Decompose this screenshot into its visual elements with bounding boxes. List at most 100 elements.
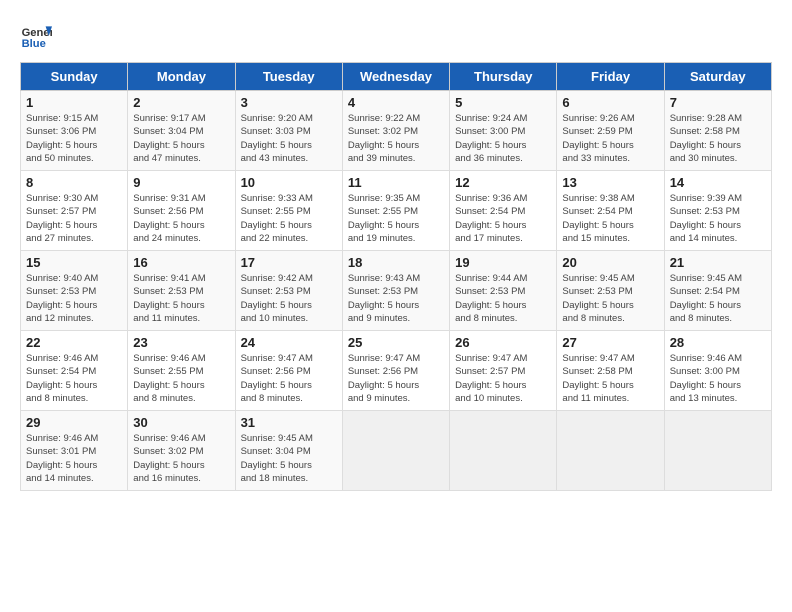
day-cell: 12 Sunrise: 9:36 AM Sunset: 2:54 PM Dayli…	[450, 171, 557, 251]
day-info: Sunrise: 9:45 AM Sunset: 2:54 PM Dayligh…	[670, 272, 766, 325]
day-cell	[342, 411, 449, 491]
day-info: Sunrise: 9:39 AM Sunset: 2:53 PM Dayligh…	[670, 192, 766, 245]
logo: General Blue	[20, 20, 56, 52]
day-cell: 29 Sunrise: 9:46 AM Sunset: 3:01 PM Dayli…	[21, 411, 128, 491]
day-info: Sunrise: 9:38 AM Sunset: 2:54 PM Dayligh…	[562, 192, 658, 245]
day-cell: 3 Sunrise: 9:20 AM Sunset: 3:03 PM Daylig…	[235, 91, 342, 171]
day-number: 18	[348, 255, 444, 270]
day-cell: 2 Sunrise: 9:17 AM Sunset: 3:04 PM Daylig…	[128, 91, 235, 171]
page-header: General Blue	[20, 20, 772, 52]
week-row-5: 29 Sunrise: 9:46 AM Sunset: 3:01 PM Dayli…	[21, 411, 772, 491]
day-number: 21	[670, 255, 766, 270]
day-number: 13	[562, 175, 658, 190]
day-info: Sunrise: 9:47 AM Sunset: 2:57 PM Dayligh…	[455, 352, 551, 405]
day-cell: 15 Sunrise: 9:40 AM Sunset: 2:53 PM Dayli…	[21, 251, 128, 331]
week-row-1: 1 Sunrise: 9:15 AM Sunset: 3:06 PM Daylig…	[21, 91, 772, 171]
day-number: 22	[26, 335, 122, 350]
day-info: Sunrise: 9:45 AM Sunset: 3:04 PM Dayligh…	[241, 432, 337, 485]
logo-icon: General Blue	[20, 20, 52, 52]
day-cell: 4 Sunrise: 9:22 AM Sunset: 3:02 PM Daylig…	[342, 91, 449, 171]
day-cell: 18Sunrise: 9:43 AM Sunset: 2:53 PM Dayli…	[342, 251, 449, 331]
day-number: 28	[670, 335, 766, 350]
day-number: 4	[348, 95, 444, 110]
day-info: Sunrise: 9:47 AM Sunset: 2:58 PM Dayligh…	[562, 352, 658, 405]
day-info: Sunrise: 9:46 AM Sunset: 3:02 PM Dayligh…	[133, 432, 229, 485]
day-cell: 20 Sunrise: 9:45 AM Sunset: 2:53 PM Dayli…	[557, 251, 664, 331]
day-number: 12	[455, 175, 551, 190]
day-cell: 6 Sunrise: 9:26 AM Sunset: 2:59 PM Daylig…	[557, 91, 664, 171]
day-number: 8	[26, 175, 122, 190]
day-cell: 23Sunrise: 9:46 AM Sunset: 2:55 PM Dayli…	[128, 331, 235, 411]
day-cell: 8 Sunrise: 9:30 AM Sunset: 2:57 PM Daylig…	[21, 171, 128, 251]
day-cell: 30 Sunrise: 9:46 AM Sunset: 3:02 PM Dayli…	[128, 411, 235, 491]
day-info: Sunrise: 9:42 AM Sunset: 2:53 PM Dayligh…	[241, 272, 337, 325]
day-info: Sunrise: 9:45 AM Sunset: 2:53 PM Dayligh…	[562, 272, 658, 325]
day-cell: 14Sunrise: 9:39 AM Sunset: 2:53 PM Dayli…	[664, 171, 771, 251]
day-cell: 22 Sunrise: 9:46 AM Sunset: 2:54 PM Dayli…	[21, 331, 128, 411]
day-cell: 16Sunrise: 9:41 AM Sunset: 2:53 PM Dayli…	[128, 251, 235, 331]
day-number: 24	[241, 335, 337, 350]
week-row-4: 22 Sunrise: 9:46 AM Sunset: 2:54 PM Dayli…	[21, 331, 772, 411]
day-number: 17	[241, 255, 337, 270]
day-number: 7	[670, 95, 766, 110]
day-cell: 19 Sunrise: 9:44 AM Sunset: 2:53 PM Dayli…	[450, 251, 557, 331]
day-number: 25	[348, 335, 444, 350]
day-number: 16	[133, 255, 229, 270]
day-number: 29	[26, 415, 122, 430]
day-info: Sunrise: 9:30 AM Sunset: 2:57 PM Dayligh…	[26, 192, 122, 245]
header-day-friday: Friday	[557, 63, 664, 91]
day-number: 31	[241, 415, 337, 430]
day-number: 1	[26, 95, 122, 110]
day-number: 15	[26, 255, 122, 270]
day-number: 10	[241, 175, 337, 190]
day-info: Sunrise: 9:33 AM Sunset: 2:55 PM Dayligh…	[241, 192, 337, 245]
day-number: 30	[133, 415, 229, 430]
day-cell: 27 Sunrise: 9:47 AM Sunset: 2:58 PM Dayli…	[557, 331, 664, 411]
day-cell: 13 Sunrise: 9:38 AM Sunset: 2:54 PM Dayli…	[557, 171, 664, 251]
day-info: Sunrise: 9:47 AM Sunset: 2:56 PM Dayligh…	[348, 352, 444, 405]
day-info: Sunrise: 9:36 AM Sunset: 2:54 PM Dayligh…	[455, 192, 551, 245]
header-row: SundayMondayTuesdayWednesdayThursdayFrid…	[21, 63, 772, 91]
day-cell	[664, 411, 771, 491]
day-info: Sunrise: 9:46 AM Sunset: 3:00 PM Dayligh…	[670, 352, 766, 405]
day-number: 9	[133, 175, 229, 190]
day-cell: 5 Sunrise: 9:24 AM Sunset: 3:00 PM Daylig…	[450, 91, 557, 171]
header-day-thursday: Thursday	[450, 63, 557, 91]
day-info: Sunrise: 9:44 AM Sunset: 2:53 PM Dayligh…	[455, 272, 551, 325]
header-day-sunday: Sunday	[21, 63, 128, 91]
day-number: 20	[562, 255, 658, 270]
day-info: Sunrise: 9:40 AM Sunset: 2:53 PM Dayligh…	[26, 272, 122, 325]
day-cell: 26 Sunrise: 9:47 AM Sunset: 2:57 PM Dayli…	[450, 331, 557, 411]
day-number: 6	[562, 95, 658, 110]
day-info: Sunrise: 9:46 AM Sunset: 3:01 PM Dayligh…	[26, 432, 122, 485]
day-info: Sunrise: 9:20 AM Sunset: 3:03 PM Dayligh…	[241, 112, 337, 165]
day-number: 26	[455, 335, 551, 350]
day-number: 3	[241, 95, 337, 110]
day-cell: 24Sunrise: 9:47 AM Sunset: 2:56 PM Dayli…	[235, 331, 342, 411]
header-day-tuesday: Tuesday	[235, 63, 342, 91]
header-day-monday: Monday	[128, 63, 235, 91]
day-number: 2	[133, 95, 229, 110]
svg-text:Blue: Blue	[22, 38, 46, 50]
day-number: 5	[455, 95, 551, 110]
header-day-saturday: Saturday	[664, 63, 771, 91]
day-info: Sunrise: 9:28 AM Sunset: 2:58 PM Dayligh…	[670, 112, 766, 165]
day-info: Sunrise: 9:46 AM Sunset: 2:55 PM Dayligh…	[133, 352, 229, 405]
day-cell: 28 Sunrise: 9:46 AM Sunset: 3:00 PM Dayli…	[664, 331, 771, 411]
day-info: Sunrise: 9:26 AM Sunset: 2:59 PM Dayligh…	[562, 112, 658, 165]
day-number: 19	[455, 255, 551, 270]
day-number: 27	[562, 335, 658, 350]
day-cell: 10 Sunrise: 9:33 AM Sunset: 2:55 PM Dayli…	[235, 171, 342, 251]
day-info: Sunrise: 9:15 AM Sunset: 3:06 PM Dayligh…	[26, 112, 122, 165]
day-info: Sunrise: 9:24 AM Sunset: 3:00 PM Dayligh…	[455, 112, 551, 165]
day-info: Sunrise: 9:22 AM Sunset: 3:02 PM Dayligh…	[348, 112, 444, 165]
day-cell	[450, 411, 557, 491]
week-row-3: 15 Sunrise: 9:40 AM Sunset: 2:53 PM Dayli…	[21, 251, 772, 331]
day-cell: 9 Sunrise: 9:31 AM Sunset: 2:56 PM Daylig…	[128, 171, 235, 251]
day-info: Sunrise: 9:17 AM Sunset: 3:04 PM Dayligh…	[133, 112, 229, 165]
day-cell: 7 Sunrise: 9:28 AM Sunset: 2:58 PM Daylig…	[664, 91, 771, 171]
day-info: Sunrise: 9:46 AM Sunset: 2:54 PM Dayligh…	[26, 352, 122, 405]
day-cell	[557, 411, 664, 491]
day-info: Sunrise: 9:31 AM Sunset: 2:56 PM Dayligh…	[133, 192, 229, 245]
day-cell: 11Sunrise: 9:35 AM Sunset: 2:55 PM Dayli…	[342, 171, 449, 251]
